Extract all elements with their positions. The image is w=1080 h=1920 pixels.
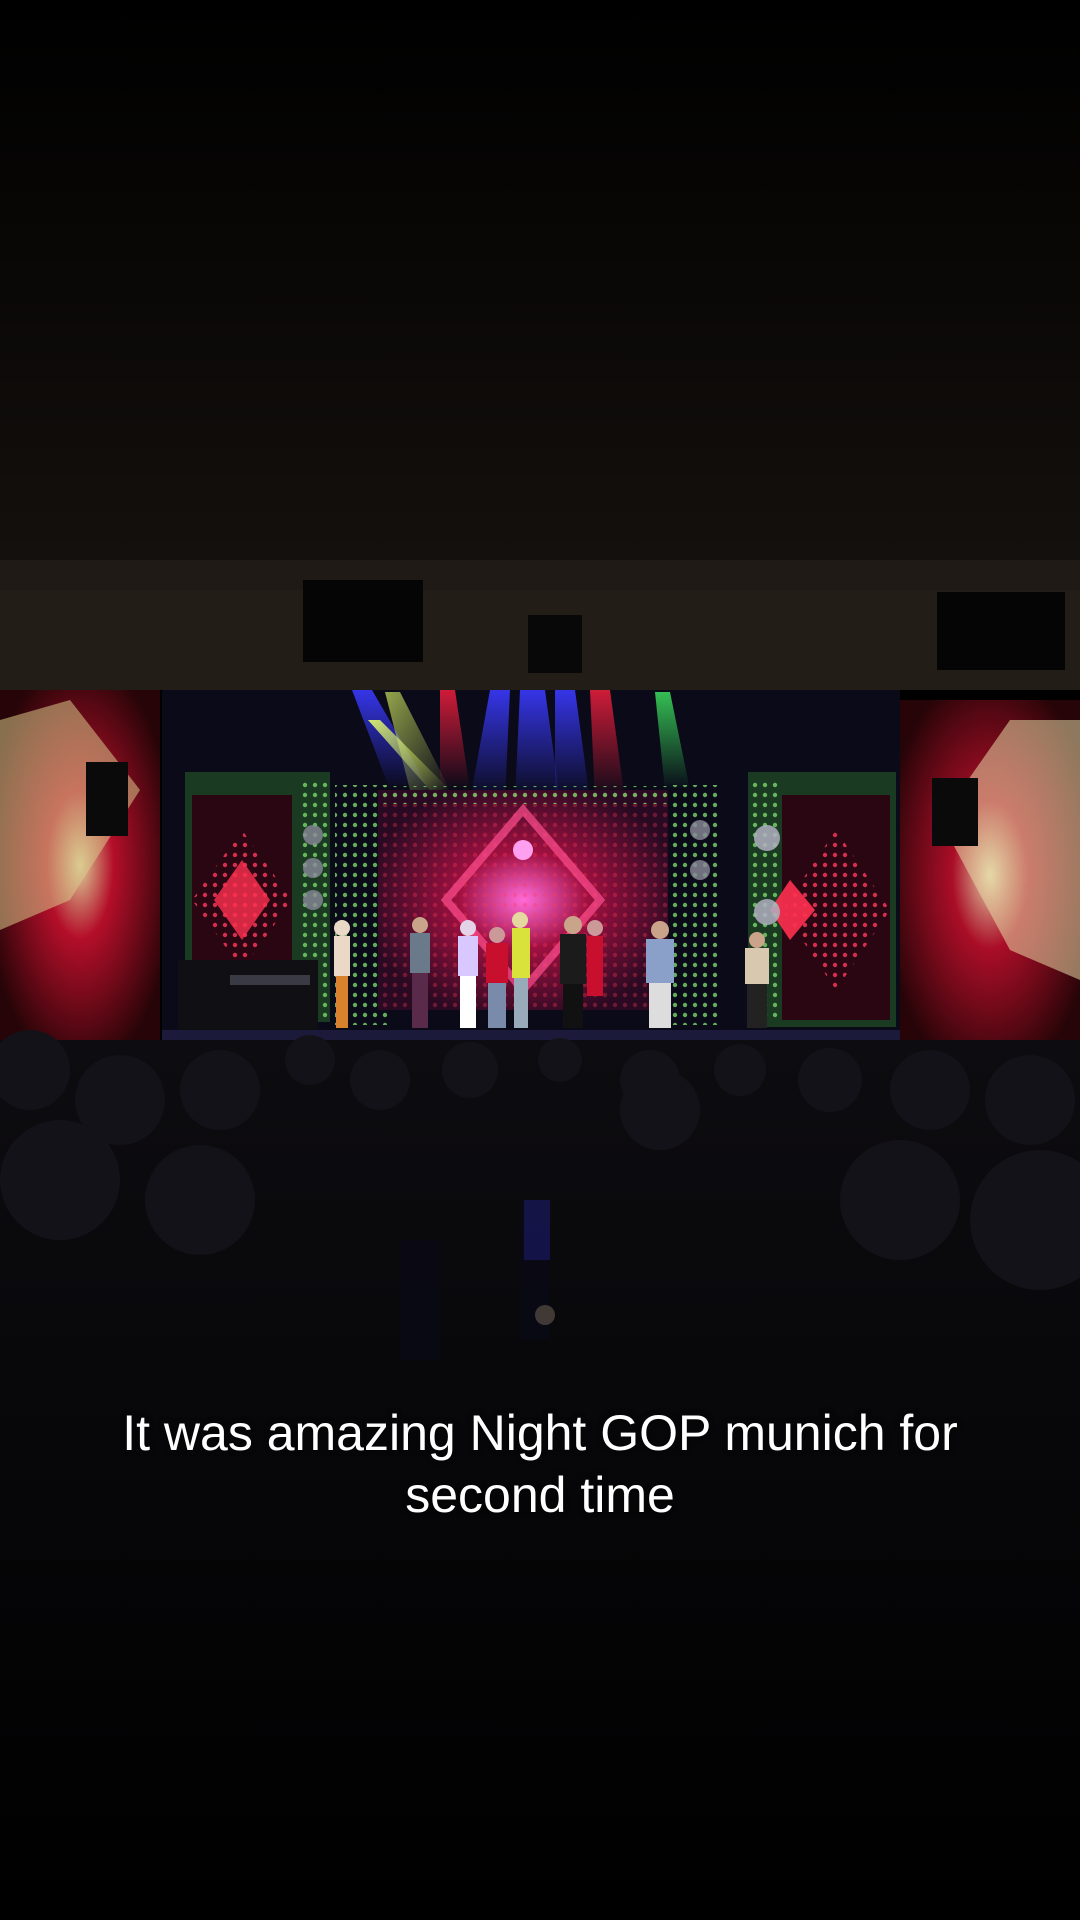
speaker-top-center bbox=[528, 615, 582, 673]
video-frame: It was amazing Night GOP munich for seco… bbox=[0, 0, 1080, 1920]
theater-stage-photo bbox=[0, 0, 1080, 1920]
video-caption: It was amazing Night GOP munich for seco… bbox=[60, 1402, 1020, 1526]
ceiling-edge bbox=[0, 560, 1080, 590]
caption-line-2: second time bbox=[405, 1467, 675, 1523]
led-column-right bbox=[668, 785, 720, 1025]
speaker-top-right bbox=[937, 592, 1065, 670]
speaker-wall-right bbox=[932, 778, 978, 846]
ceiling bbox=[0, 0, 1080, 600]
speaker-top-left bbox=[303, 580, 423, 662]
band-equipment bbox=[178, 960, 318, 1030]
speaker-wall-left bbox=[86, 762, 128, 836]
caption-line-1: It was amazing Night GOP munich for bbox=[122, 1405, 958, 1461]
